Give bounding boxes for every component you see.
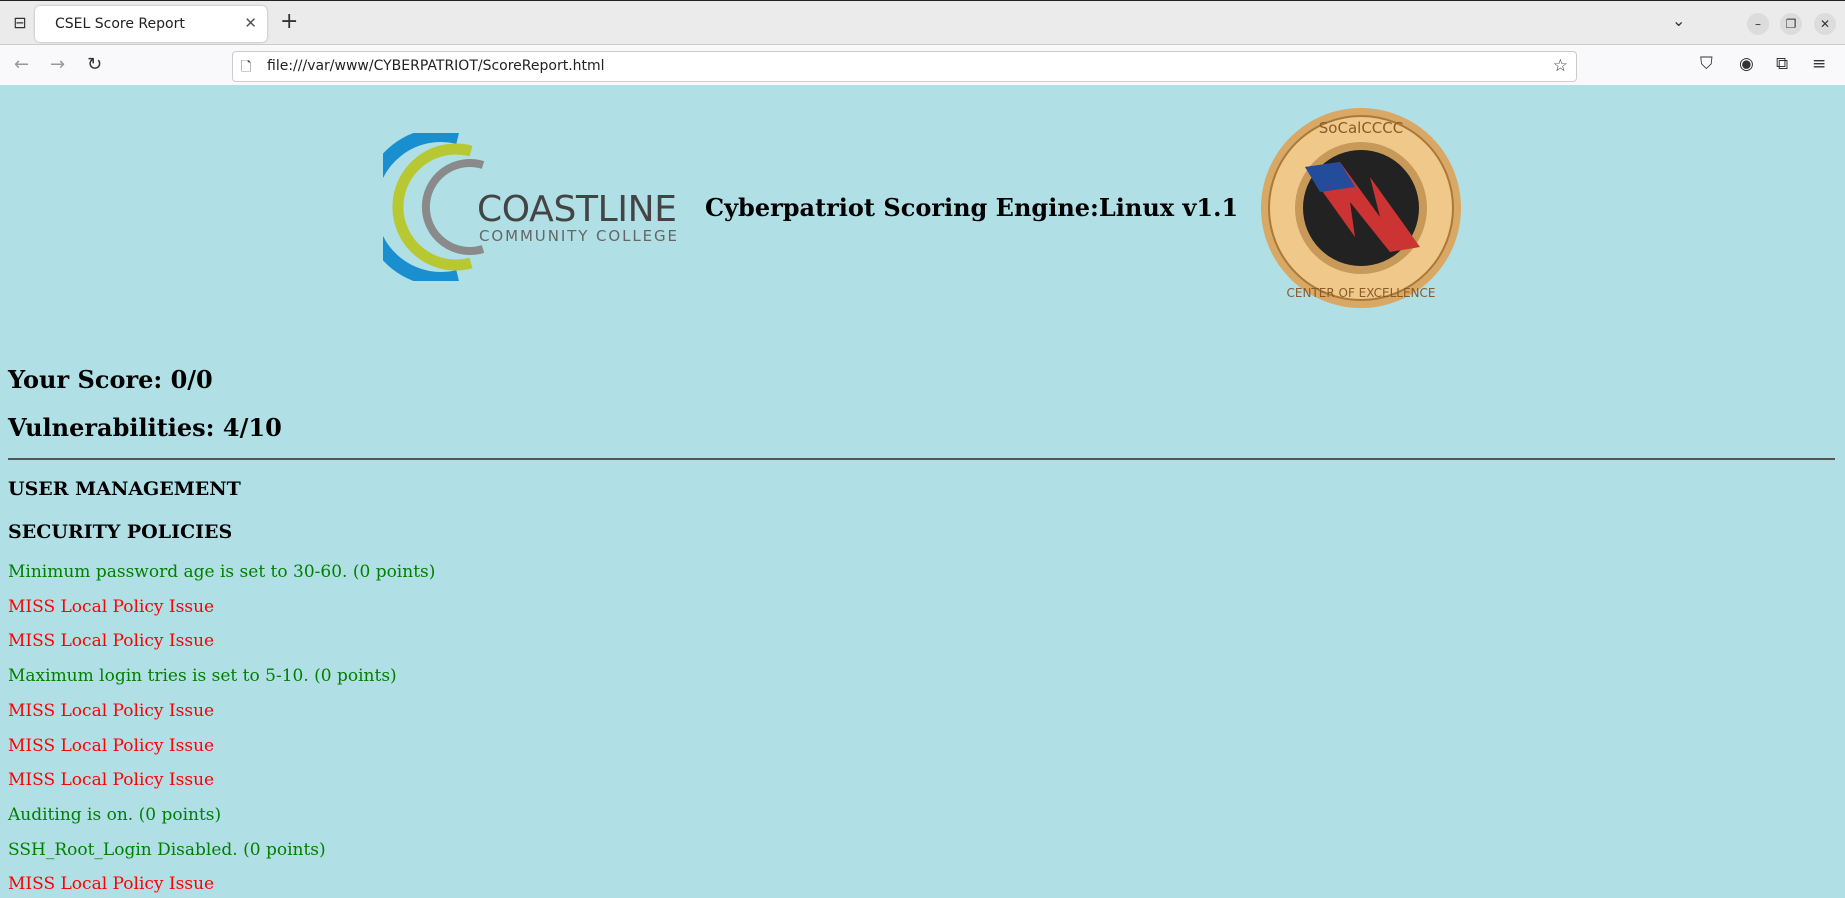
- page-title: Cyberpatriot Scoring Engine:Linux v1.1: [705, 193, 1239, 222]
- svg-text:COASTLINE: COASTLINE: [477, 189, 677, 230]
- chevron-down-icon[interactable]: ⌄: [1672, 11, 1685, 30]
- missed-item: MISS Local Policy Issue: [8, 770, 215, 791]
- found-item: Minimum password age is set to 30-60. (0…: [8, 562, 436, 582]
- menu-icon[interactable]: ≡: [1812, 54, 1826, 74]
- nav-toolbar: ← → ↻ 🗋 file:///var/www/CYBERPATRIOT/Sco…: [0, 44, 1845, 85]
- account-icon[interactable]: ◉: [1739, 54, 1754, 74]
- back-icon[interactable]: ←: [14, 54, 29, 75]
- url-text[interactable]: file:///var/www/CYBERPATRIOT/ScoreReport…: [267, 58, 605, 74]
- found-item: Auditing is on. (0 points): [8, 804, 222, 825]
- svg-text:CENTER OF EXCELLENCE: CENTER OF EXCELLENCE: [1287, 286, 1436, 300]
- cyberpatriot-seal-logo: SoCalCCCC CENTER OF EXCELLENCE: [1261, 108, 1461, 308]
- found-item: Maximum login tries is set to 5-10. (0 p…: [8, 666, 397, 687]
- found-item: SSH_Root_Login Disabled. (0 points): [8, 839, 326, 860]
- your-score: Your Score: 0/0: [8, 365, 213, 394]
- new-tab-icon[interactable]: +: [280, 9, 298, 34]
- missed-item: MISS Local Policy Issue: [8, 735, 215, 756]
- tab-title: CSEL Score Report: [55, 16, 185, 32]
- vulnerabilities-count: Vulnerabilities: 4/10: [8, 413, 282, 442]
- svg-text:COMMUNITY COLLEGE: COMMUNITY COLLEGE: [479, 227, 677, 245]
- missed-item: MISS Local Policy Issue: [8, 631, 215, 652]
- svg-text:SoCalCCCC: SoCalCCCC: [1319, 119, 1403, 137]
- section-user-management: USER MANAGEMENT: [8, 478, 241, 500]
- list-all-tabs-icon[interactable]: ⊟: [10, 13, 30, 32]
- section-security-policies: SECURITY POLICIES: [8, 521, 233, 543]
- coastline-logo: COASTLINE COMMUNITY COLLEGE: [383, 133, 677, 281]
- missed-item: MISS Local Policy Issue: [8, 596, 215, 617]
- pocket-icon[interactable]: ⛉: [1700, 54, 1713, 74]
- score-report-page: COASTLINE COMMUNITY COLLEGE Cyberpatriot…: [0, 85, 1845, 898]
- reload-icon[interactable]: ↻: [87, 54, 102, 75]
- divider: [8, 458, 1835, 460]
- extensions-icon[interactable]: ⧉: [1776, 54, 1788, 74]
- bookmark-star-icon[interactable]: ☆: [1553, 56, 1568, 76]
- minimize-icon[interactable]: –: [1747, 13, 1769, 35]
- missed-item: MISS Local Policy Issue: [8, 874, 215, 895]
- tab-score-report[interactable]: CSEL Score Report ✕: [35, 6, 267, 42]
- restore-icon[interactable]: ❐: [1780, 13, 1802, 35]
- page-icon: 🗋: [241, 60, 252, 75]
- missed-item: MISS Local Policy Issue: [8, 700, 215, 721]
- close-window-icon[interactable]: ✕: [1814, 13, 1836, 35]
- close-tab-icon[interactable]: ✕: [244, 14, 257, 32]
- url-bar[interactable]: 🗋 file:///var/www/CYBERPATRIOT/ScoreRepo…: [232, 51, 1577, 82]
- tab-bar: ⊟ CSEL Score Report ✕ + ⌄ – ❐ ✕: [0, 0, 1845, 44]
- forward-icon[interactable]: →: [50, 54, 65, 75]
